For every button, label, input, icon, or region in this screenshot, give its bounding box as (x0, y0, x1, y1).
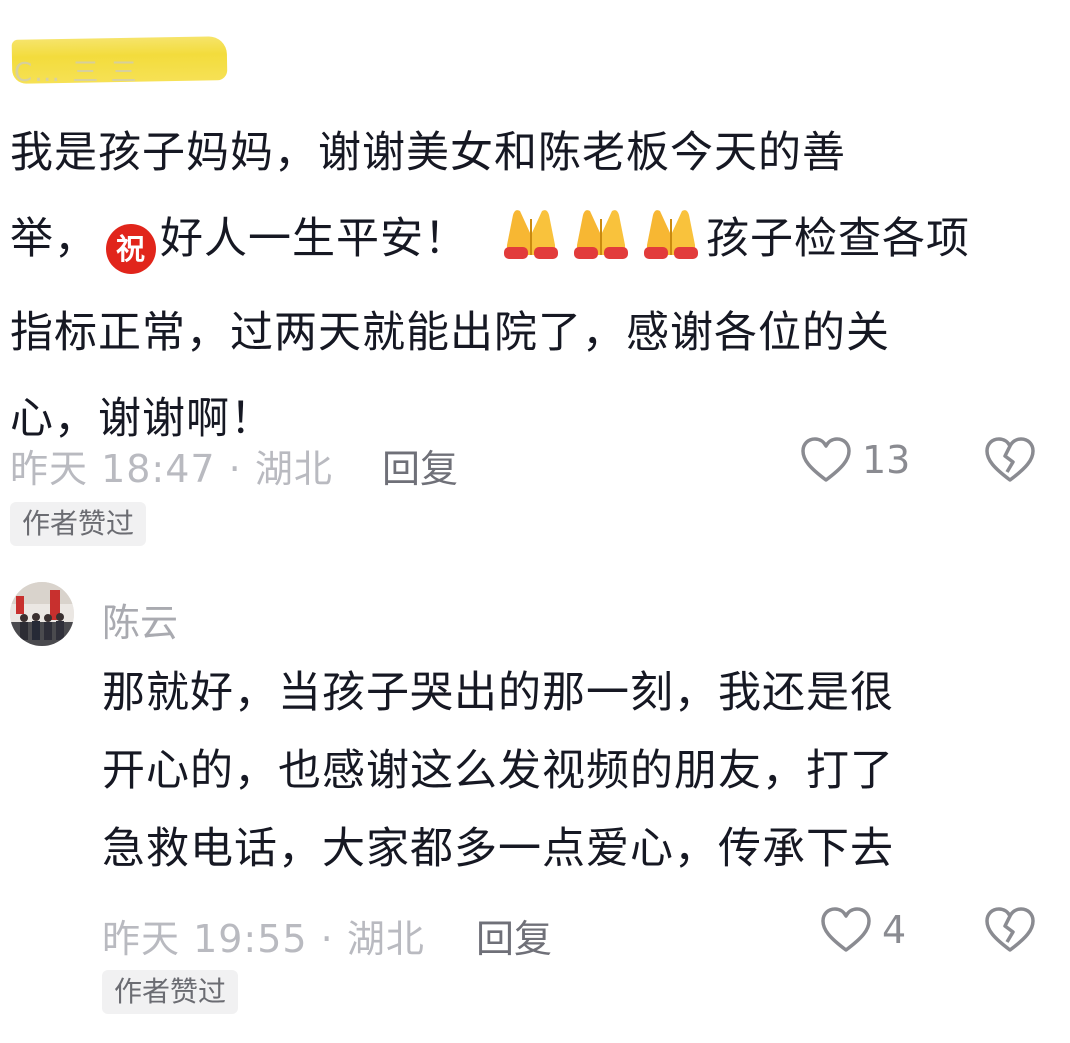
folded-hands-emoji-icon (638, 204, 704, 290)
comment-2-reply-button[interactable]: 回复 (476, 908, 552, 963)
comment-2-author[interactable]: 陈云 (102, 592, 178, 647)
comment-2-text: 那就好，当孩子哭出的那一刻，我还是很 开心的，也感谢这么发视频的朋友，打了 急救… (102, 654, 1042, 888)
heart-outline-icon (821, 907, 871, 952)
comment-2-time-location: 昨天 19:55 · 湖北 (102, 917, 425, 961)
comment-1-like-count: 13 (862, 438, 911, 482)
comment-1-line-2: 举，祝好人一生平安！ 孩子检查各项 (10, 196, 1050, 290)
comment-1-text: 我是孩子妈妈，谢谢美女和陈老板今天的善 举，祝好人一生平安！ 孩子检查各项 指标正… (10, 110, 1050, 462)
comment-2-line-1: 那就好，当孩子哭出的那一刻，我还是很 (102, 668, 894, 718)
comment-2-like-button[interactable] (820, 906, 872, 958)
folded-hands-emoji-icon (568, 204, 634, 290)
folded-hands-emoji-icon (498, 204, 564, 290)
zhu-emoji-icon: 祝 (106, 224, 156, 274)
comment-1-segment-a: 举， (10, 214, 98, 264)
comment-2-line-2: 开心的，也感谢这么发视频的朋友，打了 (102, 746, 894, 796)
heart-outline-icon (801, 437, 851, 482)
comment-2-dislike-button[interactable] (984, 906, 1036, 958)
comment-1-reply-button[interactable]: 回复 (382, 438, 458, 493)
comment-1-line-1: 我是孩子妈妈，谢谢美女和陈老板今天的善 (10, 128, 846, 178)
comment-2-author-liked-badge: 作者赞过 (102, 970, 239, 1014)
comment-1-time-location: 昨天 18:47 · 湖北 (10, 447, 333, 491)
comment-1-like-button[interactable] (800, 436, 852, 488)
avatar[interactable] (10, 582, 74, 646)
comment-1-segment-c: 孩子检查各项 (706, 214, 970, 264)
broken-heart-icon (985, 907, 1035, 952)
comment-1-author[interactable]: C… 三 三 (14, 52, 139, 89)
comment-2-like-count: 4 (882, 908, 907, 952)
broken-heart-icon (985, 437, 1035, 482)
comment-1-author-liked-badge: 作者赞过 (10, 502, 147, 546)
comment-1-line-3: 指标正常，过两天就能出院了，感谢各位的关 (10, 308, 890, 358)
comment-2-line-3: 急救电话，大家都多一点爱心，传承下去 (102, 824, 894, 874)
comment-1-dislike-button[interactable] (984, 436, 1036, 488)
comment-1-segment-b: 好人一生平安！ (160, 214, 468, 264)
